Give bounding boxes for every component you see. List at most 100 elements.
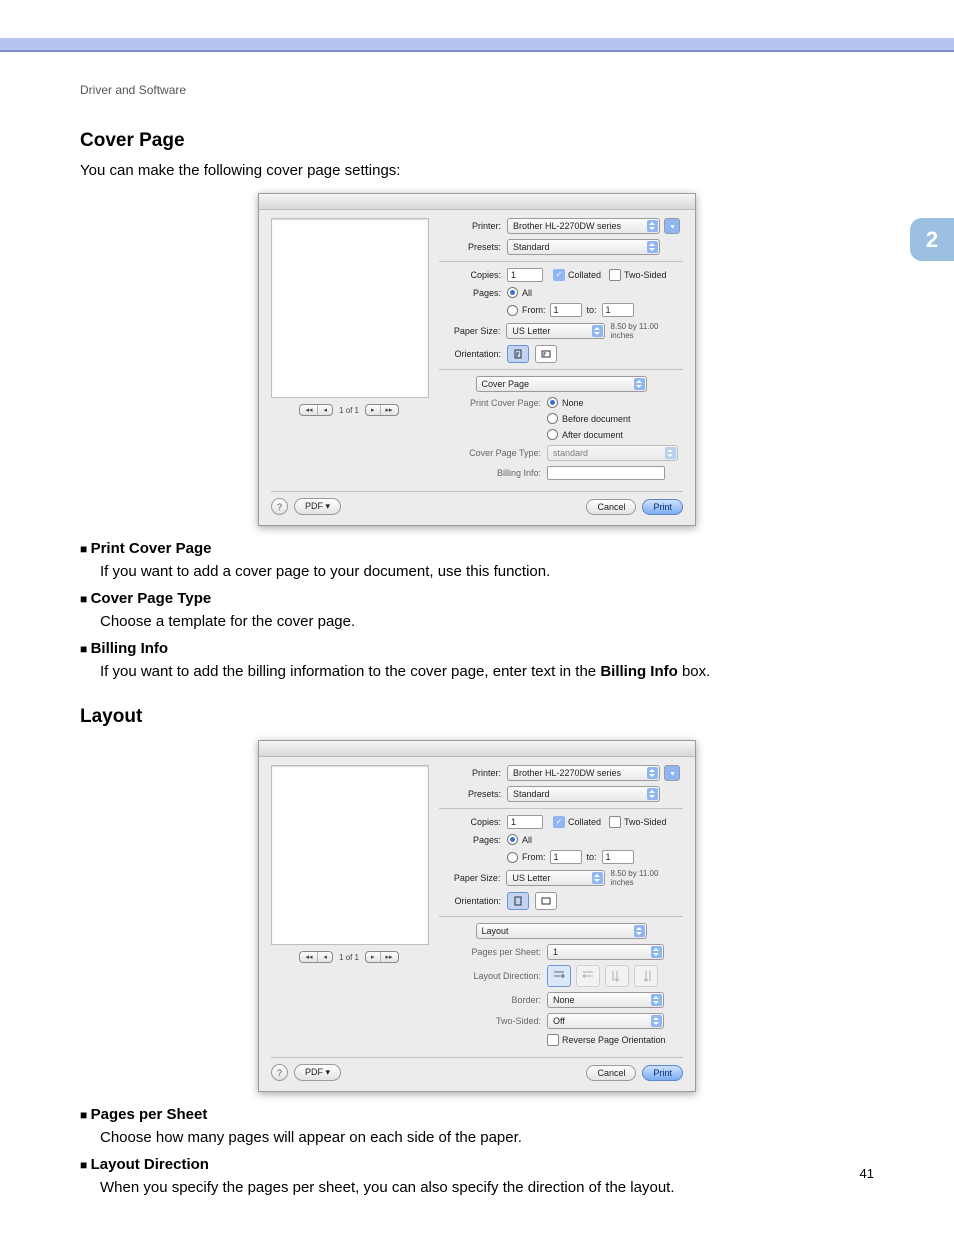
presets-select[interactable]: Standard	[507, 786, 660, 802]
header-bar	[0, 38, 954, 52]
select-arrows-icon	[653, 948, 660, 956]
printer-select-value: Brother HL-2270DW series	[513, 768, 621, 778]
pane-select-value: Cover Page	[482, 379, 530, 389]
pages-from-radio[interactable]: From:	[507, 852, 546, 863]
printer-select-value: Brother HL-2270DW series	[513, 221, 621, 231]
select-arrows-icon	[594, 874, 601, 882]
cover-page-bullets: Print Cover Page If you want to add a co…	[80, 540, 874, 680]
select-arrows-icon	[653, 996, 660, 1004]
paper-size-select[interactable]: US Letter	[506, 870, 604, 886]
radio-selected-icon	[507, 287, 518, 298]
from-label: From:	[522, 305, 546, 315]
orientation-landscape-icon[interactable]	[535, 892, 557, 910]
border-select[interactable]: None	[547, 992, 664, 1008]
radio-icon	[547, 429, 558, 440]
pages-from-radio[interactable]: From:	[507, 305, 546, 316]
reverse-orientation-checkbox[interactable]: Reverse Page Orientation	[547, 1034, 666, 1046]
presets-select-value: Standard	[513, 242, 550, 252]
billing-info-label: Billing Info:	[439, 468, 547, 478]
bullet-title: Print Cover Page	[80, 540, 211, 557]
pane-select[interactable]: Cover Page	[476, 376, 647, 392]
copies-input[interactable]: 1	[507, 815, 543, 829]
copies-input[interactable]: 1	[507, 268, 543, 282]
printer-status-button[interactable]	[664, 218, 680, 234]
bullet-body: If you want to add a cover page to your …	[100, 563, 874, 580]
select-arrows-icon	[667, 449, 674, 457]
printer-select[interactable]: Brother HL-2270DW series	[507, 765, 660, 781]
layout-dir-1-icon[interactable]	[547, 965, 571, 987]
cover-after-radio[interactable]: After document	[547, 429, 623, 440]
pdf-button[interactable]: PDF ▾	[294, 498, 341, 515]
paper-dimensions: 8.50 by 11.00 inches	[605, 322, 683, 340]
two-sided-select[interactable]: Off	[547, 1013, 664, 1029]
to-input[interactable]: 1	[602, 850, 634, 864]
layout-dir-4-icon[interactable]	[634, 965, 658, 987]
collated-checkbox[interactable]: Collated	[553, 816, 601, 828]
cover-before-radio[interactable]: Before document	[547, 413, 631, 424]
two-sided-checkbox[interactable]: Two-Sided	[609, 816, 667, 828]
from-label: From:	[522, 852, 546, 862]
orientation-portrait-icon[interactable]	[507, 345, 529, 363]
pages-per-sheet-select[interactable]: 1	[547, 944, 664, 960]
bullet-body: If you want to add the billing informati…	[100, 663, 874, 680]
presets-select-value: Standard	[513, 789, 550, 799]
pages-all-radio[interactable]: All	[507, 287, 532, 298]
two-sided-checkbox[interactable]: Two-Sided	[609, 269, 667, 281]
screenshot-layout-dialog: ◂◂◂ 1 of 1 ▸▸▸ Printer: Brother HL-2270D…	[80, 740, 874, 1092]
radio-selected-icon	[547, 397, 558, 408]
preview-next-buttons[interactable]: ▸▸▸	[365, 951, 399, 963]
orientation-portrait-icon[interactable]	[507, 892, 529, 910]
printer-select[interactable]: Brother HL-2270DW series	[507, 218, 660, 234]
presets-select[interactable]: Standard	[507, 239, 660, 255]
help-button[interactable]: ?	[271, 498, 288, 515]
orientation-landscape-icon[interactable]	[535, 345, 557, 363]
print-button[interactable]: Print	[642, 499, 683, 515]
cover-page-type-select: standard	[547, 445, 678, 461]
layout-direction-icons[interactable]	[547, 965, 658, 987]
layout-dir-3-icon[interactable]	[605, 965, 629, 987]
to-label: to:	[582, 852, 602, 862]
orientation-label: Orientation:	[439, 896, 507, 906]
pdf-button[interactable]: PDF ▾	[294, 1064, 341, 1081]
preview-prev-buttons[interactable]: ◂◂◂	[299, 951, 333, 963]
preview-page-number: 1 of 1	[339, 953, 359, 962]
paper-dimensions: 8.50 by 11.00 inches	[605, 869, 683, 887]
print-button[interactable]: Print	[642, 1065, 683, 1081]
copies-label: Copies:	[439, 817, 507, 827]
radio-icon	[507, 852, 518, 863]
paper-size-select[interactable]: US Letter	[506, 323, 604, 339]
radio-selected-icon	[507, 834, 518, 845]
bullet-body: Choose how many pages will appear on eac…	[100, 1129, 874, 1146]
collated-label: Collated	[568, 817, 601, 827]
cover-none-radio[interactable]: None	[547, 397, 584, 408]
page-preview: ◂◂◂ 1 of 1 ▸▸▸	[271, 765, 427, 1051]
two-sided-label: Two-Sided	[624, 270, 667, 280]
cover-page-type-label: Cover Page Type:	[439, 448, 547, 458]
printer-status-button[interactable]	[664, 765, 680, 781]
radio-icon	[547, 413, 558, 424]
section-heading-layout: Layout	[80, 706, 874, 728]
chapter-tab: 2	[910, 218, 954, 261]
layout-dir-2-icon[interactable]	[576, 965, 600, 987]
preview-page-number: 1 of 1	[339, 406, 359, 415]
billing-info-input[interactable]	[547, 466, 665, 480]
preview-next-buttons[interactable]: ▸▸▸	[365, 404, 399, 416]
border-label: Border:	[439, 995, 547, 1005]
from-input[interactable]: 1	[550, 850, 582, 864]
collated-checkbox[interactable]: Collated	[553, 269, 601, 281]
select-arrows-icon	[653, 1017, 660, 1025]
cancel-button[interactable]: Cancel	[586, 499, 636, 515]
section-intro: You can make the following cover page se…	[80, 162, 874, 179]
checkbox-icon	[609, 816, 621, 828]
help-button[interactable]: ?	[271, 1064, 288, 1081]
select-arrows-icon	[649, 243, 656, 251]
pane-select[interactable]: Layout	[476, 923, 647, 939]
to-input[interactable]: 1	[602, 303, 634, 317]
cancel-button[interactable]: Cancel	[586, 1065, 636, 1081]
to-label: to:	[582, 305, 602, 315]
preview-prev-buttons[interactable]: ◂◂◂	[299, 404, 333, 416]
pages-all-radio[interactable]: All	[507, 834, 532, 845]
pages-per-sheet-label: Pages per Sheet:	[439, 947, 547, 957]
from-input[interactable]: 1	[550, 303, 582, 317]
pages-all-label: All	[522, 288, 532, 298]
